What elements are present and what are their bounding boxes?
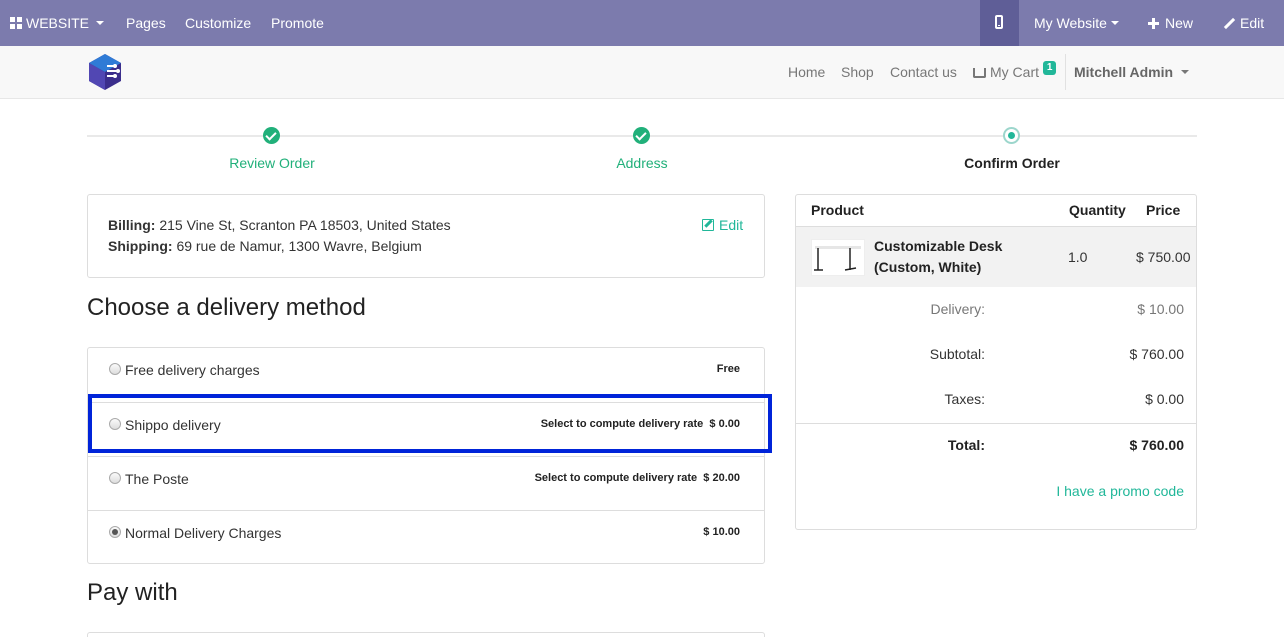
nav-contact[interactable]: Contact us: [890, 46, 957, 98]
subtotal-label: Subtotal:: [929, 346, 985, 362]
delivery-radio[interactable]: [109, 472, 121, 484]
apps-grid-icon: [10, 17, 22, 29]
pay-heading: Pay with: [87, 579, 178, 606]
user-menu[interactable]: Mitchell Admin: [1074, 46, 1190, 98]
mobile-phone-icon: [995, 15, 1003, 29]
logo-hexagon-icon: [89, 54, 121, 90]
delivery-price: Free: [716, 363, 740, 375]
billing-address: Billing: 215 Vine St, Scranton PA 18503,…: [108, 217, 451, 233]
site-logo[interactable]: [87, 53, 123, 91]
plus-icon: [1148, 18, 1159, 29]
delivery-radio[interactable]: [109, 363, 121, 375]
nav-shop[interactable]: Shop: [841, 46, 874, 98]
promo-code-link[interactable]: I have a promo code: [1056, 483, 1184, 499]
delivery-label: Delivery:: [930, 301, 985, 317]
shipping-label: Shipping:: [108, 238, 173, 254]
admin-bar: WEBSITE Pages Customize Promote My Websi…: [0, 0, 1284, 46]
my-website-label: My Website: [1034, 15, 1107, 31]
subtotal-value: $ 760.00: [1129, 346, 1185, 362]
user-name: Mitchell Admin: [1074, 64, 1174, 80]
product-price: $ 750.00: [1136, 249, 1191, 265]
address-summary: Billing: 215 Vine St, Scranton PA 18503,…: [87, 194, 765, 278]
nav-home[interactable]: Home: [788, 46, 825, 98]
total-divider: [796, 423, 1196, 424]
delivery-radio-selected[interactable]: [109, 526, 121, 538]
pages-menu[interactable]: Pages: [126, 0, 166, 46]
product-name[interactable]: Customizable Desk (Custom, White): [874, 236, 1044, 278]
delivery-option[interactable]: Free delivery charges Free: [88, 348, 764, 402]
cart-count-badge: 1: [1042, 61, 1057, 75]
edit-label: Edit: [1240, 15, 1265, 31]
website-menu[interactable]: WEBSITE: [10, 0, 105, 46]
nav-cart[interactable]: My Cart 1: [973, 46, 1057, 98]
delivery-methods-list: Free delivery charges Free Shippo delive…: [87, 347, 765, 564]
edit-icon: [702, 219, 714, 231]
pencil-icon: [1223, 17, 1236, 30]
delivery-value: $ 10.00: [1137, 301, 1184, 317]
delivery-price: $ 10.00: [703, 526, 740, 538]
delivery-name: Free delivery charges: [125, 362, 260, 378]
edit-button[interactable]: Edit: [1223, 0, 1265, 46]
delivery-heading: Choose a delivery method: [87, 294, 366, 321]
delivery-option[interactable]: The Poste Select to compute delivery rat…: [88, 456, 764, 510]
mobile-preview-button[interactable]: [980, 0, 1019, 46]
billing-label: Billing:: [108, 217, 156, 233]
product-thumbnail: [811, 239, 865, 276]
step-address[interactable]: Address: [542, 155, 742, 171]
delivery-name: Shippo delivery: [125, 417, 221, 433]
delivery-radio[interactable]: [109, 418, 121, 430]
new-label: New: [1165, 15, 1194, 31]
col-product: Product: [811, 202, 864, 218]
chevron-down-icon: [1181, 70, 1190, 75]
step-done-check-icon: [633, 127, 650, 144]
total-value: $ 760.00: [1129, 437, 1185, 453]
shipping-address: Shipping: 69 rue de Namur, 1300 Wavre, B…: [108, 238, 422, 254]
customize-menu[interactable]: Customize: [185, 0, 251, 46]
taxes-label: Taxes:: [944, 391, 985, 407]
edit-address-link[interactable]: Edit: [702, 217, 743, 233]
payment-methods-list: [87, 632, 765, 637]
promote-menu[interactable]: Promote: [271, 0, 324, 46]
step-done-check-icon: [263, 127, 280, 144]
shopping-cart-icon: [973, 68, 986, 78]
edit-address-label: Edit: [719, 217, 744, 233]
desk-image: [814, 246, 861, 271]
col-price: Price: [1146, 202, 1181, 218]
delivery-option[interactable]: Shippo delivery Select to compute delive…: [88, 402, 764, 456]
delivery-name: Normal Delivery Charges: [125, 525, 282, 541]
taxes-value: $ 0.00: [1145, 391, 1184, 407]
step-current-icon: [1003, 127, 1020, 144]
cart-label: My Cart: [990, 64, 1039, 80]
delivery-price: Select to compute delivery rate $ 0.00: [540, 418, 740, 430]
new-button[interactable]: New: [1148, 0, 1193, 46]
delivery-option[interactable]: Normal Delivery Charges $ 10.00: [88, 510, 764, 564]
chevron-down-icon: [1110, 21, 1119, 26]
my-website-menu[interactable]: My Website: [1034, 0, 1119, 46]
site-navbar: Home Shop Contact us My Cart 1 Mitchell …: [0, 46, 1284, 99]
order-line: Customizable Desk (Custom, White) 1.0 $ …: [796, 226, 1196, 287]
nav-divider: [1065, 54, 1066, 90]
delivery-price: Select to compute delivery rate $ 20.00: [534, 472, 740, 484]
step-confirm-order: Confirm Order: [964, 155, 1060, 171]
billing-value: 215 Vine St, Scranton PA 18503, United S…: [159, 217, 451, 233]
chevron-down-icon: [96, 21, 105, 26]
product-quantity: 1.0: [1068, 249, 1088, 265]
order-summary: Product Quantity Price Customizable Desk…: [795, 194, 1197, 530]
step-review-order[interactable]: Review Order: [172, 155, 372, 171]
delivery-name: The Poste: [125, 471, 189, 487]
col-quantity: Quantity: [1069, 202, 1126, 218]
total-label: Total:: [947, 437, 985, 453]
website-menu-label: WEBSITE: [26, 15, 90, 31]
shipping-value: 69 rue de Namur, 1300 Wavre, Belgium: [176, 238, 422, 254]
